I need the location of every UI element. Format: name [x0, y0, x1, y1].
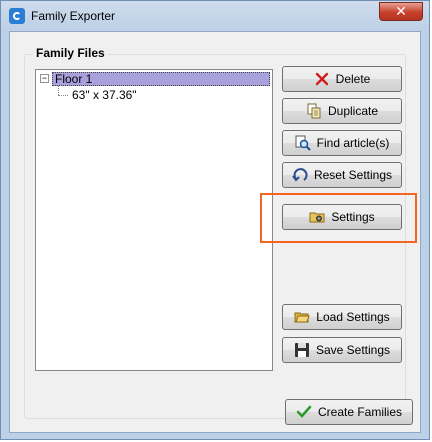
find-articles-label: Find article(s) [316, 136, 390, 150]
tree-item-floor-1[interactable]: Floor 1 [52, 72, 270, 86]
duplicate-button[interactable]: Duplicate [282, 98, 402, 124]
app-icon [9, 8, 25, 24]
duplicate-label: Duplicate [327, 104, 379, 118]
window-title: Family Exporter [31, 9, 116, 23]
reset-settings-label: Reset Settings [313, 168, 393, 182]
folder-open-icon [294, 309, 310, 325]
family-tree-view[interactable]: − Floor 1 63" x 37.36" [35, 69, 273, 371]
settings-highlight-box [260, 193, 417, 243]
load-settings-label: Load Settings [316, 310, 390, 324]
tree-collapse-icon[interactable]: − [40, 74, 49, 83]
reset-arrow-icon [292, 167, 308, 183]
duplicate-icon [306, 103, 322, 119]
find-search-icon [295, 135, 311, 151]
create-families-label: Create Families [317, 405, 403, 419]
close-button[interactable]: ✕ [379, 2, 423, 21]
save-settings-button[interactable]: Save Settings [282, 337, 402, 363]
group-label: Family Files [33, 46, 108, 60]
delete-x-icon [314, 71, 330, 87]
save-settings-label: Save Settings [315, 343, 391, 357]
load-settings-button[interactable]: Load Settings [282, 304, 402, 330]
checkmark-icon [296, 404, 312, 420]
delete-button[interactable]: Delete [282, 66, 402, 92]
floppy-disk-icon [294, 342, 310, 358]
tree-connector [58, 95, 68, 96]
tree-item-size[interactable]: 63" x 37.36" [72, 88, 137, 102]
delete-label: Delete [335, 72, 371, 86]
create-families-button[interactable]: Create Families [285, 399, 413, 425]
reset-settings-button[interactable]: Reset Settings [282, 162, 402, 188]
close-x-icon: ✕ [395, 3, 407, 19]
tree-connector [58, 86, 59, 95]
find-articles-button[interactable]: Find article(s) [282, 130, 402, 156]
title-bar[interactable]: Family Exporter ✕ [1, 1, 429, 31]
